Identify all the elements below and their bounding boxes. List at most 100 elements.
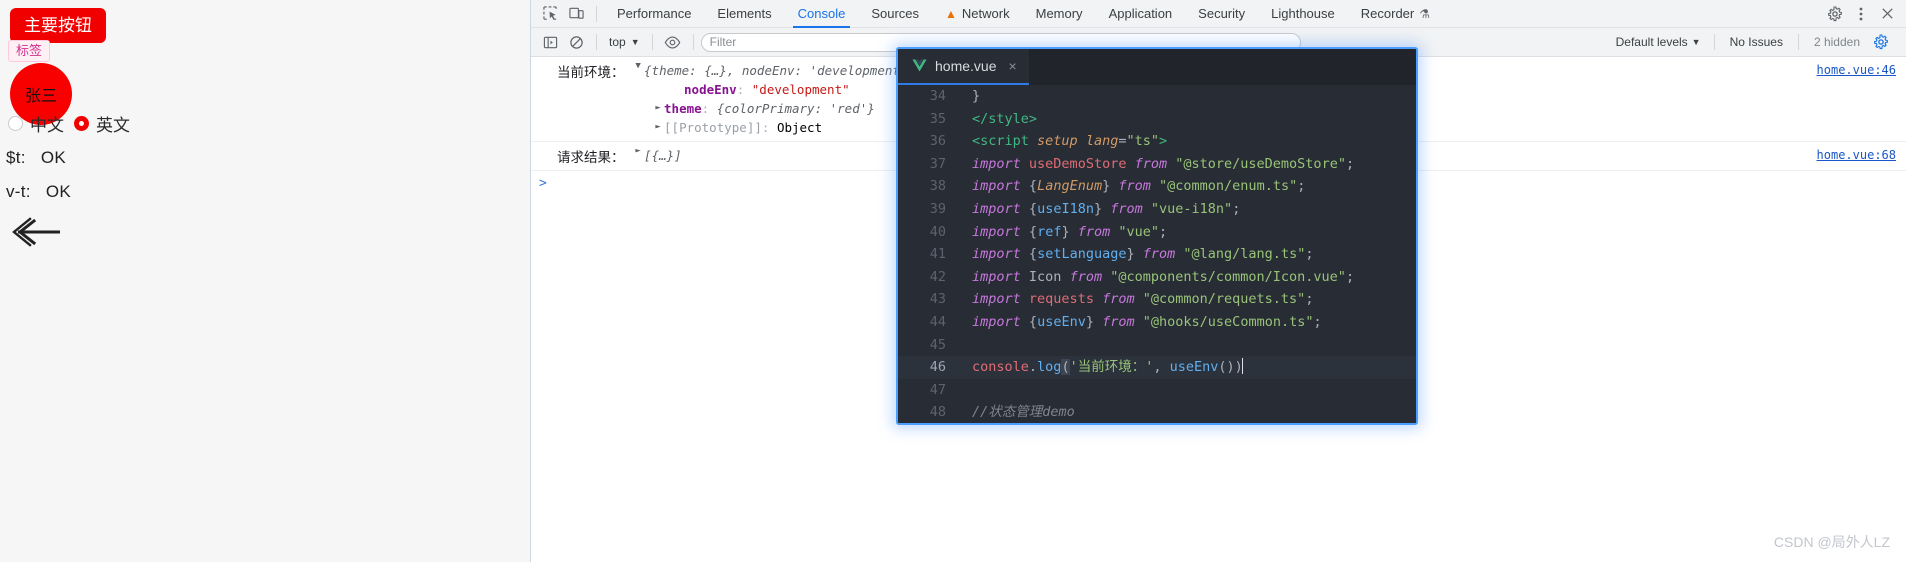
line-number: 47 [929, 381, 946, 398]
expand-arrow-icon[interactable]: ► [632, 146, 644, 156]
code-line: 36 <script setup lang="ts"> [898, 130, 1416, 153]
i18n-t-result: $t: OK [6, 148, 66, 168]
line-content: <script setup lang="ts"> [972, 133, 1168, 150]
line-content: console.log('当前环境：', useEnv()) [972, 358, 1244, 376]
i18n-t-value: OK [40, 148, 67, 167]
filter-bar-right: Default levels ▼ No Issues 2 hidden [1610, 30, 1900, 54]
radio-label-chinese: 中文 [30, 116, 64, 135]
radio-option-english[interactable]: 英文 [74, 111, 130, 136]
live-expression-icon[interactable] [660, 30, 686, 54]
expand-arrow-icon[interactable]: ► [652, 118, 664, 137]
source-link[interactable]: home.vue:46 [1817, 63, 1896, 77]
i18n-vt-key: v-t: [6, 182, 31, 201]
line-content: import {useI18n} from "vue-i18n"; [972, 200, 1241, 217]
tab-security[interactable]: Security [1185, 0, 1258, 28]
primary-button[interactable]: 主要按钮 [10, 8, 106, 43]
code-line: 34 } [898, 85, 1416, 108]
line-number: 48 [929, 404, 946, 421]
issues-status[interactable]: No Issues [1722, 35, 1791, 49]
line-content: } [972, 88, 981, 104]
screenshot-root: 主要按钮 标签 张三 中文 英文 $t: OK v-t: OK Performa… [0, 0, 1906, 562]
tab-lighthouse[interactable]: Lighthouse [1258, 0, 1348, 28]
chevron-down-icon: ▼ [1691, 37, 1701, 47]
console-sidebar-icon[interactable] [537, 30, 563, 54]
line-number: 36 [929, 133, 946, 150]
tab-recorder[interactable]: Recorder ⚗ [1348, 0, 1443, 28]
filter-divider-5 [1797, 34, 1799, 50]
code-line: 47 [898, 379, 1416, 402]
radio-indicator-checked[interactable] [74, 116, 89, 131]
expand-arrow-icon[interactable]: ▼ [632, 61, 644, 71]
tab-label: Network [961, 6, 1010, 21]
devtools-toolbar-right [1822, 2, 1906, 26]
object-property[interactable]: ► [[Prototype]]: Object [632, 118, 915, 137]
line-number: 46 [929, 359, 946, 376]
close-icon[interactable]: × [1008, 58, 1016, 74]
property-name: [[Prototype]] [664, 120, 762, 135]
filter-divider-3 [692, 34, 694, 50]
code-line: 37 import useDemoStore from "@store/useD… [898, 153, 1416, 176]
log-levels-label: Default levels [1615, 35, 1688, 49]
line-content: import {setLanguage} from "@lang/lang.ts… [972, 246, 1314, 263]
code-line: 40 import {ref} from "vue"; [898, 221, 1416, 244]
language-radio-group: 中文 英文 [8, 111, 130, 136]
line-number: 34 [929, 88, 946, 104]
code-line: 44 import {useEnv} from "@hooks/useCommo… [898, 311, 1416, 334]
code-line: 38 import {LangEnum} from "@common/enum.… [898, 175, 1416, 198]
tag-chip[interactable]: 标签 [8, 40, 51, 62]
tab-network[interactable]: ▲ Network [932, 0, 1023, 28]
console-entry-label: 当前环境： [557, 65, 625, 80]
context-label: top [609, 35, 626, 49]
tab-memory[interactable]: Memory [1023, 0, 1096, 28]
line-number: 45 [929, 336, 946, 353]
array-summary: [{…}] [644, 148, 682, 163]
inspect-element-icon[interactable] [537, 2, 563, 26]
watermark: CSDN @局外人LZ [1773, 534, 1890, 550]
line-number: 44 [929, 313, 946, 330]
expand-arrow-icon[interactable]: ► [652, 99, 664, 118]
execution-context-select[interactable]: top ▼ [604, 35, 645, 49]
clear-console-icon[interactable] [563, 30, 589, 54]
property-name: theme [664, 101, 702, 116]
tab-sources[interactable]: Sources [858, 0, 932, 28]
line-content: import {ref} from "vue"; [972, 223, 1168, 240]
tab-console[interactable]: Console [785, 0, 859, 28]
code-editor-overlay[interactable]: home.vue × 34 } 35 </style> 36 <script s… [896, 47, 1418, 425]
more-options-icon[interactable] [1848, 2, 1874, 26]
tab-label: Performance [617, 6, 692, 21]
editor-tabstrip: home.vue × [898, 49, 1416, 85]
settings-gear-icon[interactable] [1822, 2, 1848, 26]
line-number: 42 [929, 268, 946, 285]
device-toolbar-icon[interactable] [563, 2, 589, 26]
console-entry-label: 请求结果： [557, 150, 625, 165]
i18n-vt-result: v-t: OK [6, 182, 71, 202]
console-entry-value[interactable]: ► [{…}] [632, 146, 682, 165]
hidden-messages-count[interactable]: 2 hidden [1806, 35, 1868, 49]
editor-tab-home-vue[interactable]: home.vue × [898, 49, 1029, 85]
radio-indicator-unchecked[interactable] [8, 116, 23, 131]
filter-divider-4 [1713, 34, 1715, 50]
object-property[interactable]: ► theme: {colorPrimary: 'red'} [632, 99, 915, 118]
tab-label: Sources [871, 6, 920, 21]
code-line: 45 [898, 334, 1416, 357]
line-number: 39 [929, 200, 946, 217]
close-devtools-icon[interactable] [1874, 2, 1900, 26]
line-content [960, 379, 972, 402]
console-entry-value[interactable]: ▼ {theme: {…}, nodeEnv: 'development'} no… [632, 61, 915, 137]
log-levels-dropdown[interactable]: Default levels ▼ [1610, 35, 1707, 49]
filter-divider-1 [596, 34, 597, 50]
source-link[interactable]: home.vue:68 [1817, 148, 1896, 162]
code-line: 42 import Icon from "@components/common/… [898, 266, 1416, 289]
tab-application[interactable]: Application [1096, 0, 1186, 28]
chevron-down-icon: ▼ [630, 37, 640, 47]
property-value: {colorPrimary: 'red'} [716, 101, 875, 116]
console-settings-icon[interactable] [1868, 30, 1894, 54]
line-content [960, 334, 972, 357]
code-line: 48 //状态管理demo [898, 401, 1416, 423]
tab-performance[interactable]: Performance [604, 0, 704, 28]
tab-elements[interactable]: Elements [704, 0, 784, 28]
line-content: //状态管理demo [972, 404, 1075, 421]
radio-option-chinese[interactable]: 中文 [8, 111, 64, 136]
line-content: import useDemoStore from "@store/useDemo… [972, 155, 1355, 172]
editor-code-area[interactable]: 34 } 35 </style> 36 <script setup lang="… [898, 85, 1416, 423]
